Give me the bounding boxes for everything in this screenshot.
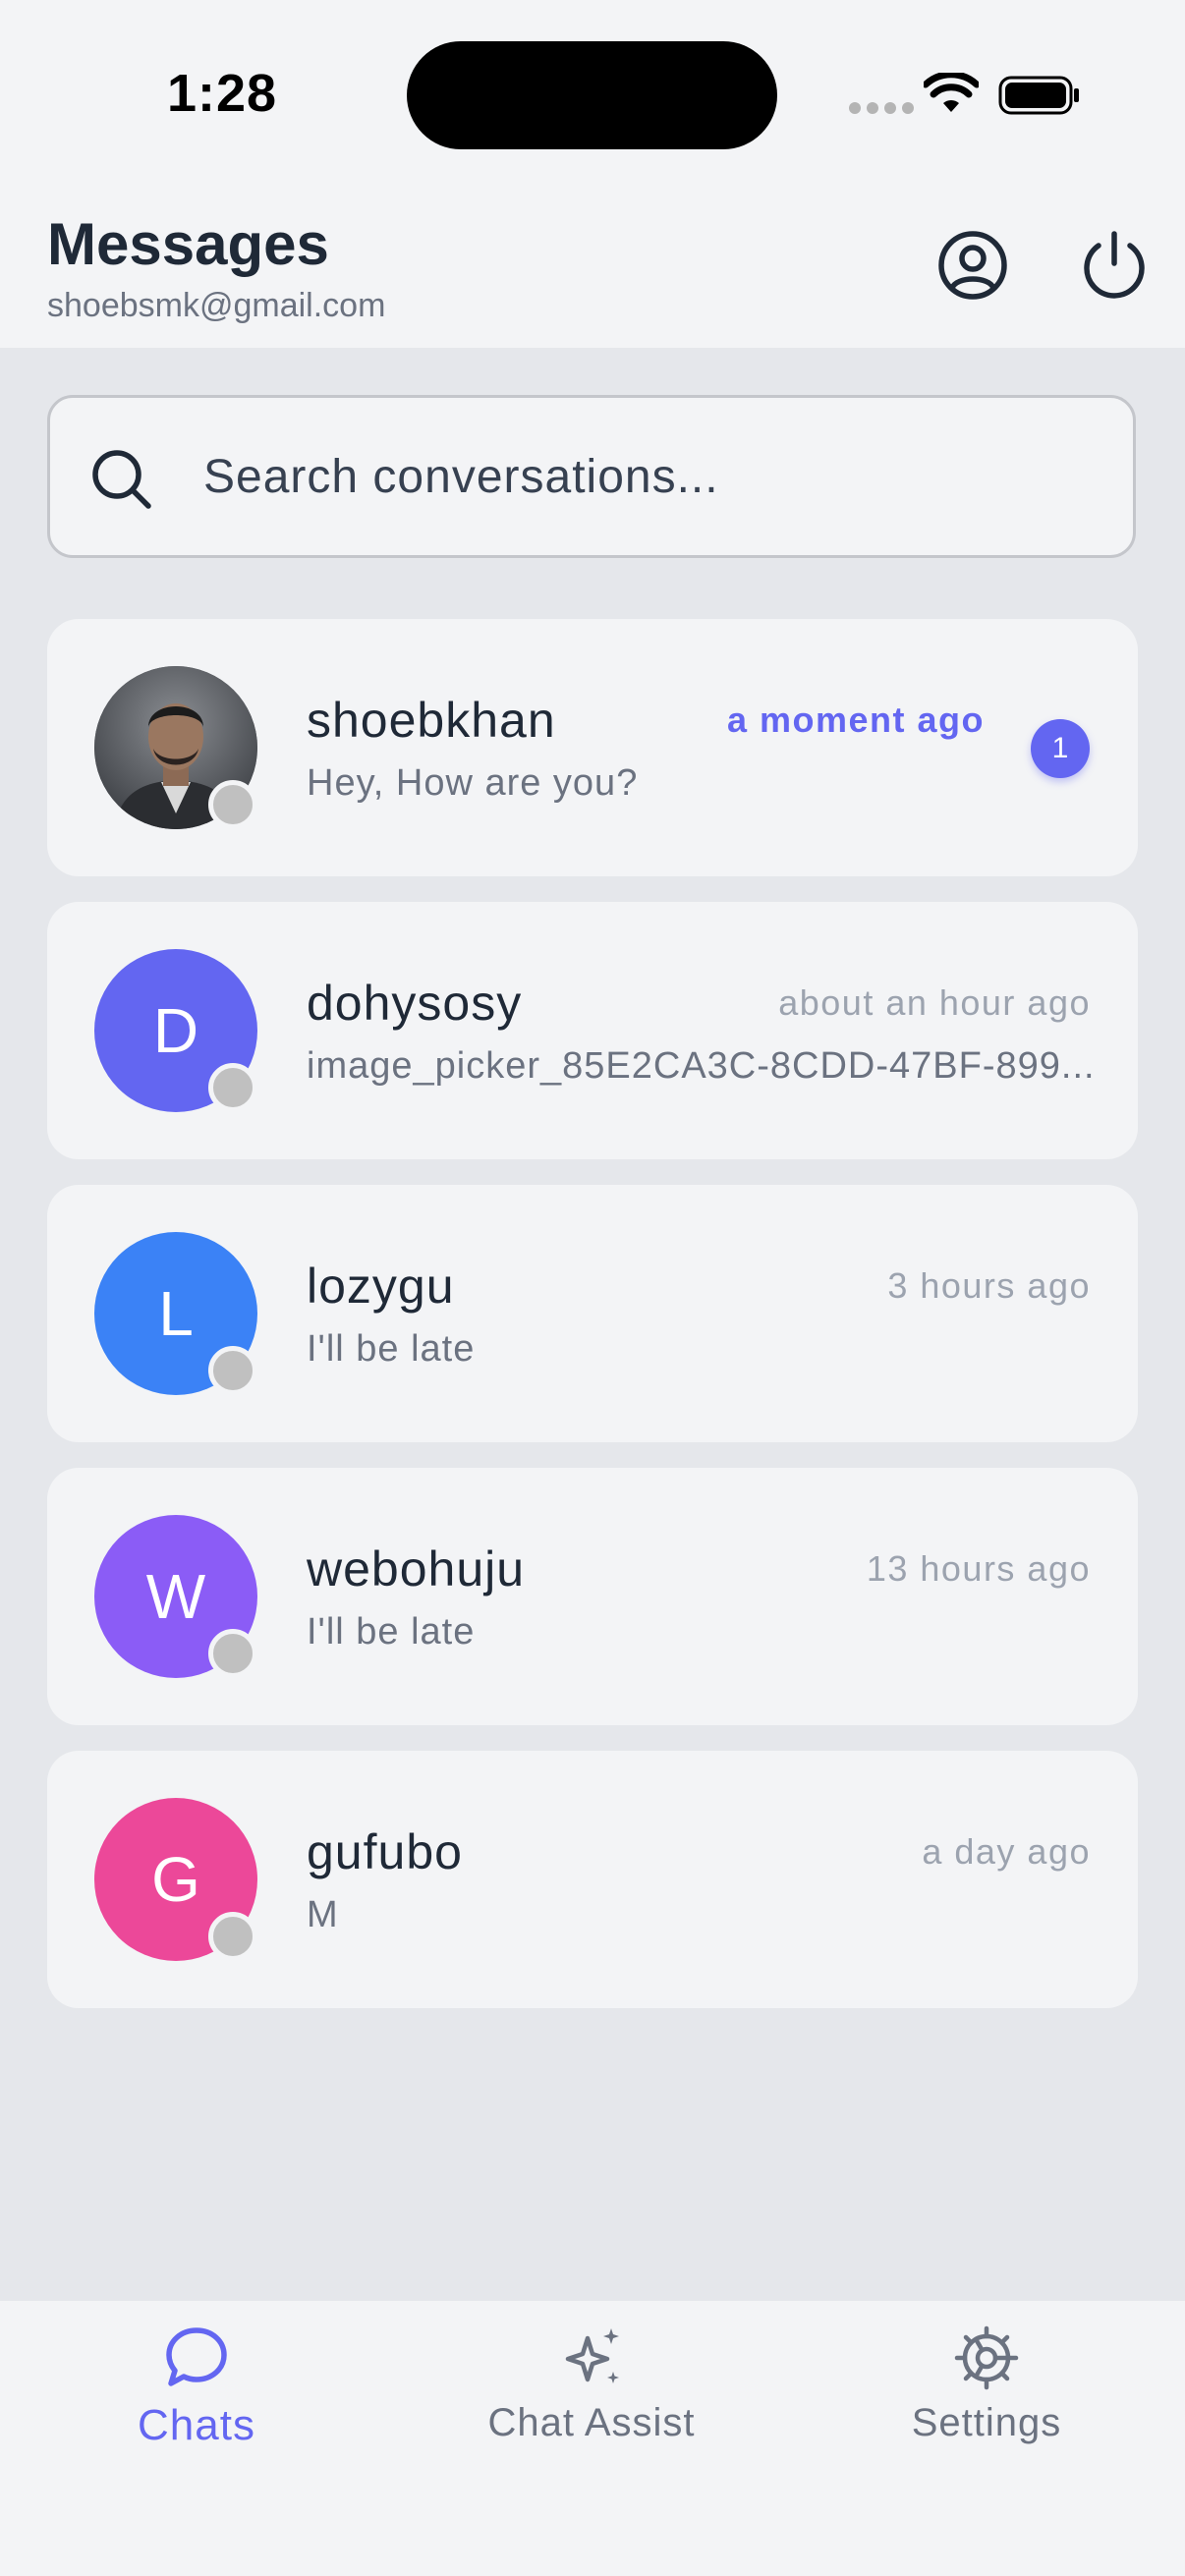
chat-bubble-icon	[166, 2327, 227, 2386]
profile-button[interactable]	[933, 226, 1012, 305]
sparkles-icon	[565, 2328, 619, 2383]
bottom-nav: Chats Chat Assist Settings	[0, 2301, 1185, 2576]
page-title: Messages	[47, 211, 329, 277]
user-email: shoebsmk@gmail.com	[47, 287, 386, 324]
conversation-name: gufubo	[307, 1824, 463, 1879]
header: Messages shoebsmk@gmail.com	[0, 196, 1185, 348]
avatar-initial: D	[152, 995, 199, 1066]
presence-indicator	[208, 780, 257, 829]
conversation-item[interactable]: L lozygu I'll be late 3 hours ago	[47, 1185, 1138, 1442]
conversation-item[interactable]: shoebkhan Hey, How are you? a moment ago…	[47, 619, 1138, 876]
wifi-icon	[924, 73, 979, 112]
cellular-signal-icon	[849, 102, 914, 114]
power-icon	[1084, 231, 1145, 299]
conversation-name: shoebkhan	[307, 693, 556, 748]
search-input[interactable]	[203, 427, 1088, 526]
nav-item-chats[interactable]: Chats	[49, 2324, 344, 2492]
conversation-list: shoebkhan Hey, How are you? a moment ago…	[47, 619, 1138, 2034]
search-icon	[92, 450, 151, 509]
nav-item-settings[interactable]: Settings	[839, 2324, 1134, 2492]
conversation-name: webohuju	[307, 1541, 526, 1596]
avatar: L	[94, 1232, 257, 1395]
battery-icon	[998, 76, 1079, 115]
status-bar: 1:28	[0, 0, 1185, 196]
conversation-item[interactable]: G gufubo M a day ago	[47, 1751, 1138, 2008]
avatar-initial: G	[151, 1844, 200, 1915]
conversation-name: dohysosy	[307, 976, 523, 1031]
avatar: W	[94, 1515, 257, 1678]
conversation-time: 13 hours ago	[866, 1548, 1091, 1589]
avatar	[94, 666, 257, 829]
nav-label-settings: Settings	[911, 2401, 1062, 2444]
conversation-time: 3 hours ago	[887, 1265, 1091, 1306]
conversation-time: about an hour ago	[778, 982, 1091, 1023]
conversation-preview: I'll be late	[307, 1611, 476, 1652]
conversation-preview: image_picker_85E2CA3C-8CDD-47BF-899...	[307, 1045, 1093, 1087]
avatar-initial: L	[158, 1278, 194, 1349]
conversation-name: lozygu	[307, 1259, 455, 1314]
presence-indicator	[208, 1063, 257, 1112]
logout-button[interactable]	[1075, 226, 1154, 305]
presence-indicator	[208, 1346, 257, 1395]
avatar: G	[94, 1798, 257, 1961]
conversation-preview: Hey, How are you?	[307, 762, 639, 804]
conversation-preview: I'll be late	[307, 1328, 476, 1370]
conversation-item[interactable]: W webohuju I'll be late 13 hours ago	[47, 1468, 1138, 1725]
conversation-preview: M	[307, 1894, 339, 1935]
user-circle-icon	[938, 231, 1007, 300]
gear-icon	[954, 2325, 1019, 2390]
nav-label-chats: Chats	[138, 2401, 255, 2449]
presence-indicator	[208, 1912, 257, 1961]
nav-item-chat-assist[interactable]: Chat Assist	[444, 2324, 739, 2492]
unread-badge: 1	[1031, 719, 1090, 778]
status-time: 1:28	[167, 64, 278, 123]
conversation-item[interactable]: D dohysosy image_picker_85E2CA3C-8CDD-47…	[47, 902, 1138, 1159]
presence-indicator	[208, 1629, 257, 1678]
avatar-initial: W	[145, 1561, 206, 1632]
search-box[interactable]	[47, 395, 1136, 558]
nav-label-chat-assist: Chat Assist	[487, 2401, 696, 2444]
dynamic-island	[407, 41, 777, 149]
avatar: D	[94, 949, 257, 1112]
conversation-time: a day ago	[922, 1831, 1091, 1872]
conversation-time: a moment ago	[726, 700, 985, 740]
